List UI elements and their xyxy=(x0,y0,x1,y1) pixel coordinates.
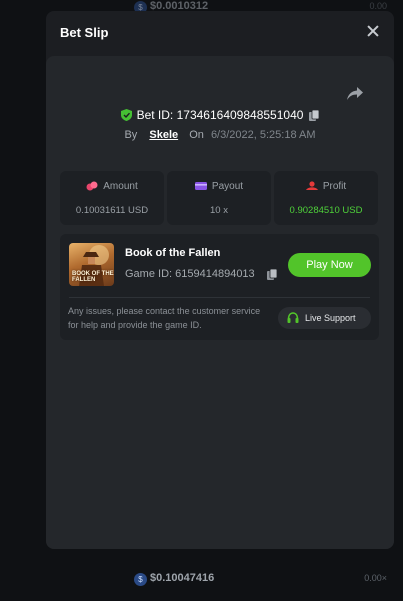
stat-payout-value: 10 x xyxy=(210,205,228,216)
copy-icon[interactable] xyxy=(267,269,277,280)
shield-check-icon xyxy=(120,109,132,121)
stat-profit-label: Profit xyxy=(322,181,347,192)
stat-profit: Profit 0.90284510 USD xyxy=(274,171,378,225)
game-thumbnail[interactable]: BOOK OF THE FALLEN xyxy=(69,243,114,286)
play-now-button[interactable]: Play Now xyxy=(288,253,371,277)
modal-title: Bet Slip xyxy=(60,25,109,40)
share-icon[interactable] xyxy=(346,86,364,102)
coin-icon: $ xyxy=(134,573,147,586)
bet-date: 6/3/2022, 5:25:18 AM xyxy=(210,129,316,141)
stat-payout: Payout 10 x xyxy=(167,171,271,225)
background-amount: $0.10047416 xyxy=(150,572,215,584)
by-label: By xyxy=(124,129,138,141)
stat-amount-value: 0.10031611 USD xyxy=(75,205,149,216)
stat-amount: Amount 0.10031611 USD xyxy=(60,171,164,225)
bet-slip-modal: Bet Slip Bet ID: 1734616409848551040 By … xyxy=(46,11,394,549)
live-support-label: Live Support xyxy=(305,313,356,323)
game-name[interactable]: Book of the Fallen xyxy=(125,247,220,259)
stat-payout-label: Payout xyxy=(211,181,244,192)
background-multiplier: 0.00 xyxy=(369,1,387,11)
on-label: On xyxy=(189,129,204,141)
game-id: Game ID: 6159414894013 xyxy=(125,268,255,280)
bet-id-value: 1734616409848551040 xyxy=(176,108,304,122)
bet-details-panel: Bet ID: 1734616409848551040 By Skele On … xyxy=(46,56,394,549)
bet-id-row: Bet ID: 1734616409848551040 xyxy=(46,108,394,122)
card-icon xyxy=(194,182,207,190)
support-message: Any issues, please contact the customer … xyxy=(68,306,261,330)
thumbnail-title-line2: FALLEN xyxy=(72,277,96,283)
stat-profit-value: 0.90284510 USD xyxy=(289,205,363,216)
headset-icon xyxy=(287,312,299,323)
bet-id-label: Bet ID: xyxy=(136,108,174,122)
profit-icon xyxy=(305,181,318,190)
game-id-label: Game ID: xyxy=(125,268,173,280)
live-support-button[interactable]: Live Support xyxy=(278,307,371,329)
background-multiplier: 0.00× xyxy=(364,573,387,583)
background-bet-row-bottom[interactable]: $ $0.10047416 0.00× xyxy=(0,568,403,590)
game-card: BOOK OF THE FALLEN Book of the Fallen Ga… xyxy=(60,234,379,340)
divider xyxy=(69,297,370,298)
close-icon[interactable] xyxy=(366,24,380,38)
bet-author-row: By Skele On 6/3/2022, 5:25:18 AM xyxy=(46,129,394,141)
copy-icon[interactable] xyxy=(309,110,320,121)
user-link[interactable]: Skele xyxy=(149,129,178,141)
coins-icon xyxy=(86,181,98,191)
stat-amount-label: Amount xyxy=(103,181,138,192)
game-id-value: 6159414894013 xyxy=(175,268,255,280)
